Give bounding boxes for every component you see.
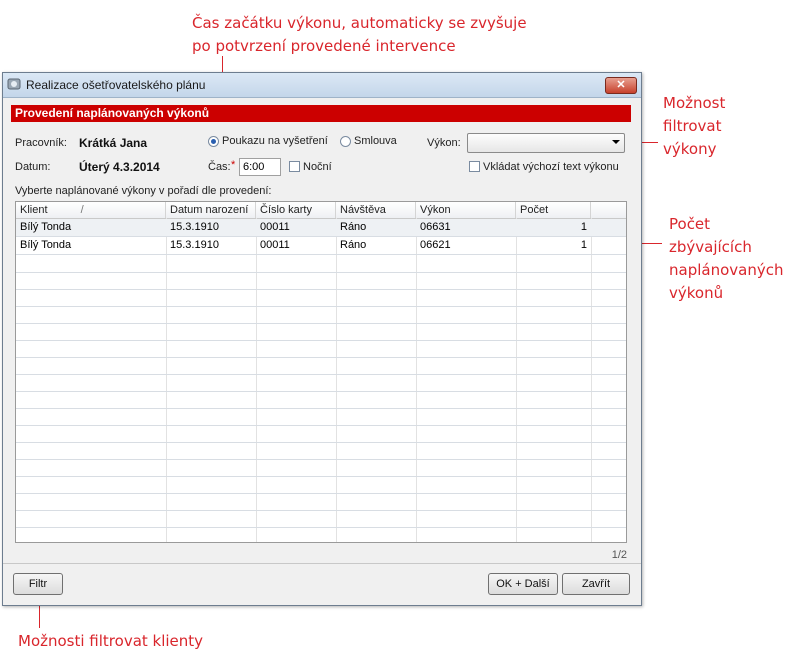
insert-text-checkbox[interactable]	[469, 161, 480, 172]
column-header-action[interactable]: Výkon	[416, 202, 516, 218]
scheduled-actions-table[interactable]: Klient / Datum narození Číslo karty Návš…	[15, 201, 627, 543]
cell-card: 00011	[260, 221, 290, 233]
empty-table-row	[16, 340, 626, 358]
night-checkbox[interactable]	[289, 161, 300, 172]
annotation-filter-clients: Možnosti filtrovat klienty	[18, 632, 204, 650]
footer-divider	[3, 563, 641, 564]
worker-label: Pracovník:	[15, 137, 67, 149]
annotation-count-line2: zbývajících	[669, 238, 752, 256]
column-header-count[interactable]: Počet	[516, 202, 591, 218]
ok-next-button[interactable]: OK + Další	[488, 573, 558, 595]
insert-text-label[interactable]: Vkládat výchozí text výkonu	[483, 161, 619, 173]
time-label: Čas:	[208, 161, 231, 173]
empty-table-row	[16, 493, 626, 511]
annotation-count-line3: naplánovaných	[669, 261, 784, 279]
cell-visit: Ráno	[340, 221, 367, 233]
chevron-down-icon	[612, 140, 620, 144]
list-caption: Vyberte naplánované výkony v pořadí dle …	[15, 185, 272, 197]
time-input[interactable]	[239, 158, 281, 176]
empty-table-row	[16, 255, 626, 273]
column-header-visit[interactable]: Návštěva	[336, 202, 416, 218]
cell-client: Bílý Tonda	[20, 221, 72, 233]
window-title: Realizace ošetřovatelského plánu	[26, 78, 206, 92]
radio-referral[interactable]	[208, 136, 219, 147]
table-header: Klient / Datum narození Číslo karty Návš…	[16, 202, 626, 219]
annotation-filter-vykon-line1: Možnost	[663, 94, 726, 112]
empty-table-row	[16, 527, 626, 542]
table-row[interactable]: Bílý Tonda 15.3.1910 00011 Ráno 06621 1	[16, 237, 626, 255]
empty-table-row	[16, 306, 626, 324]
close-button[interactable]: Zavřít	[562, 573, 630, 595]
cell-card: 00011	[260, 239, 290, 251]
sort-icon: /	[80, 204, 84, 216]
cell-client: Bílý Tonda	[20, 239, 72, 251]
title-bar[interactable]: Realizace ošetřovatelského plánu ✕	[3, 73, 641, 98]
annotation-filter-vykon-line2: filtrovat	[663, 117, 722, 135]
dialog-window: Realizace ošetřovatelského plánu ✕ Prove…	[2, 72, 642, 606]
annotation-filter-clients-arrow	[39, 604, 40, 628]
empty-table-row	[16, 391, 626, 409]
worker-value: Krátká Jana	[79, 136, 148, 150]
column-header-birthdate[interactable]: Datum narození	[166, 202, 256, 218]
empty-table-row	[16, 459, 626, 477]
cell-count: 1	[580, 239, 587, 251]
vykon-label: Výkon:	[427, 137, 461, 149]
app-icon	[7, 78, 21, 90]
cell-visit: Ráno	[340, 239, 367, 251]
annotation-filter-vykon: Možnost filtrovat výkony	[663, 92, 725, 161]
close-window-button[interactable]: ✕	[605, 77, 637, 94]
date-value: Úterý 4.3.2014	[79, 160, 160, 174]
filter-button[interactable]: Filtr	[13, 573, 63, 595]
annotation-time-line1: Čas začátku výkonu, automaticky se zvyšu…	[192, 14, 527, 32]
date-label: Datum:	[15, 161, 51, 173]
column-header-client[interactable]: Klient /	[16, 202, 166, 218]
cell-birthdate: 15.3.1910	[170, 239, 219, 251]
cell-action: 06631	[420, 221, 451, 233]
empty-table-row	[16, 357, 626, 375]
page-indicator: 1/2	[611, 549, 627, 561]
empty-table-row	[16, 442, 626, 460]
empty-table-row	[16, 408, 626, 426]
annotation-filter-vykon-line3: výkony	[663, 140, 717, 158]
empty-table-row	[16, 510, 626, 528]
required-mark: *	[231, 159, 236, 171]
annotation-count-line4: výkonů	[669, 284, 724, 302]
section-title: Provedení naplánovaných výkonů	[11, 105, 631, 122]
radio-contract[interactable]	[340, 136, 351, 147]
annotation-time: Čas začátku výkonu, automaticky se zvyšu…	[192, 12, 527, 58]
empty-table-row	[16, 323, 626, 341]
cell-count: 1	[580, 221, 587, 233]
empty-table-row	[16, 374, 626, 392]
column-header-client-label: Klient	[20, 204, 48, 216]
column-header-card[interactable]: Číslo karty	[256, 202, 336, 218]
empty-table-row	[16, 272, 626, 290]
night-label[interactable]: Noční	[303, 161, 332, 173]
empty-table-row	[16, 476, 626, 494]
radio-referral-label[interactable]: Poukazu na vyšetření	[222, 135, 328, 147]
cell-action: 06621	[420, 239, 451, 251]
annotation-count-line1: Počet	[669, 215, 711, 233]
radio-contract-label[interactable]: Smlouva	[354, 135, 397, 147]
empty-table-row	[16, 425, 626, 443]
annotation-time-line2: po potvrzení provedené intervence	[192, 37, 456, 55]
cell-birthdate: 15.3.1910	[170, 221, 219, 233]
table-row[interactable]: Bílý Tonda 15.3.1910 00011 Ráno 06631 1	[16, 219, 626, 237]
vykon-dropdown[interactable]	[467, 133, 625, 153]
annotation-count: Počet zbývajících naplánovaných výkonů	[669, 213, 783, 305]
empty-table-row	[16, 289, 626, 307]
